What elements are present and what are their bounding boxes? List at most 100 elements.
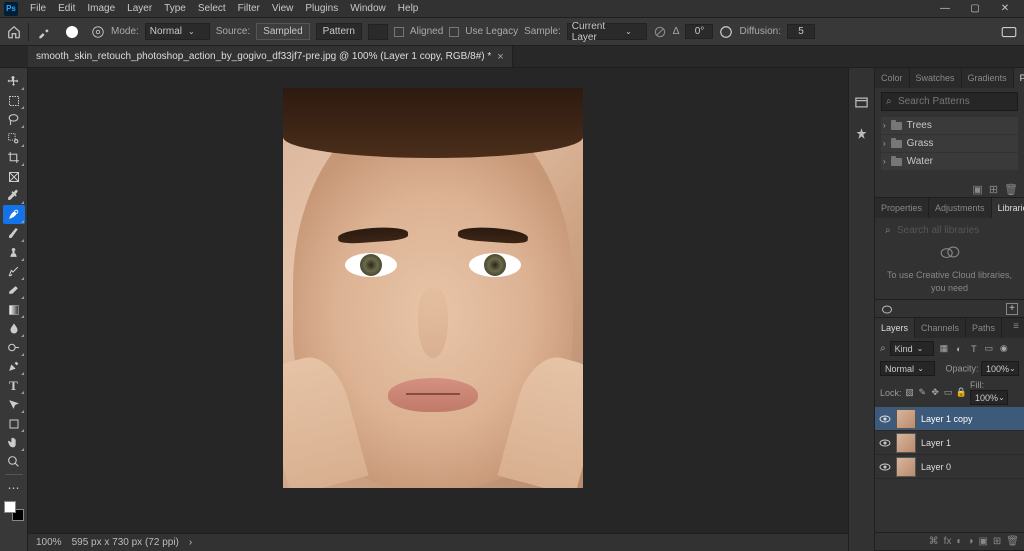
layer-row[interactable]: Layer 0 [875,455,1024,479]
menu-window[interactable]: Window [344,1,392,16]
share-button[interactable] [1000,25,1018,39]
filter-pixel-icon[interactable]: ▦ [938,343,949,354]
home-button[interactable] [6,24,22,40]
document-tab[interactable]: smooth_skin_retouch_photoshop_action_by_… [28,46,513,67]
clone-stamp-tool[interactable] [3,243,25,262]
maximize-button[interactable]: ▢ [960,0,990,18]
pattern-picker[interactable] [368,24,388,40]
menu-filter[interactable]: Filter [232,1,266,16]
eraser-tool[interactable] [3,281,25,300]
lock-all-icon[interactable]: 🔒 [956,387,967,398]
menu-type[interactable]: Type [158,1,192,16]
search-icon[interactable]: ⌕ [880,343,886,354]
filter-select[interactable]: Kind ⌄ [890,341,935,356]
libraries-search[interactable]: ⌕ Search all libraries [881,222,1018,239]
layer-thumbnail[interactable] [896,433,916,453]
tab-paths[interactable]: Paths [966,318,1002,338]
lock-paint-icon[interactable]: ✎ [917,387,927,398]
new-item-icon[interactable]: ⊞ [989,183,998,196]
crop-tool[interactable] [3,148,25,167]
layer-thumbnail[interactable] [896,457,916,477]
menu-file[interactable]: File [24,1,52,16]
blend-mode-select[interactable]: Normal⌄ [880,361,935,376]
hand-tool[interactable] [3,433,25,452]
diffusion-field[interactable]: 5 [787,24,815,39]
history-brush-tool[interactable] [3,262,25,281]
healing-brush-tool[interactable] [3,205,25,224]
lasso-tool[interactable] [3,110,25,129]
selection-tool[interactable] [3,129,25,148]
source-sampled-button[interactable]: Sampled [256,23,309,40]
layer-mask-icon[interactable]: ◐ [956,536,962,547]
legacy-checkbox[interactable] [449,27,459,37]
opacity-field[interactable]: 100%⌄ [981,361,1019,376]
brush-tool[interactable] [3,224,25,243]
layer-name[interactable]: Layer 1 copy [921,414,973,424]
frame-tool[interactable] [3,167,25,186]
layer-style-icon[interactable]: fx [944,536,952,547]
tab-channels[interactable]: Channels [915,318,966,338]
layer-name[interactable]: Layer 1 [921,438,951,448]
close-icon[interactable]: × [497,51,503,63]
layer-row[interactable]: Layer 1 copy [875,407,1024,431]
layer-thumbnail[interactable] [896,409,916,429]
sample-select[interactable]: Current Layer⌄ [567,23,647,40]
tab-properties[interactable]: Properties [875,198,929,218]
lock-position-icon[interactable]: ✥ [930,387,940,398]
edit-toolbar[interactable]: ⋯ [3,478,25,497]
ignore-adj-icon[interactable] [653,25,667,39]
folder-water[interactable]: ›Water [881,153,1018,170]
tab-layers[interactable]: Layers [875,318,915,338]
menu-plugins[interactable]: Plugins [299,1,344,16]
source-pattern-button[interactable]: Pattern [316,23,362,40]
menu-view[interactable]: View [266,1,300,16]
visibility-icon[interactable] [879,461,891,473]
new-group-icon[interactable]: ▣ [972,183,982,196]
panel-menu-icon[interactable]: ≡ [1008,318,1024,338]
add-icon[interactable]: + [1006,303,1018,315]
folder-grass[interactable]: ›Grass [881,135,1018,152]
layer-name[interactable]: Layer 0 [921,462,951,472]
tab-color[interactable]: Color [875,68,910,88]
new-layer-icon[interactable]: ⊞ [993,536,1001,547]
tab-gradients[interactable]: Gradients [962,68,1014,88]
tab-libraries[interactable]: Libraries [992,198,1024,218]
filter-adj-icon[interactable]: ◐ [953,343,964,354]
filter-shape-icon[interactable]: ▭ [983,343,994,354]
menu-help[interactable]: Help [392,1,425,16]
trash-icon[interactable]: 🗑 [1004,183,1018,196]
pen-tool[interactable] [3,357,25,376]
tab-swatches[interactable]: Swatches [910,68,962,88]
filter-smart-icon[interactable]: ◉ [998,343,1009,354]
fill-field[interactable]: 100%⌄ [970,390,1008,405]
path-tool[interactable] [3,395,25,414]
adjustment-layer-icon[interactable]: ◑ [967,536,973,547]
type-tool[interactable]: T [3,376,25,395]
folder-trees[interactable]: ›Trees [881,117,1018,134]
shape-tool[interactable] [3,414,25,433]
blur-tool[interactable] [3,319,25,338]
marquee-tool[interactable] [3,91,25,110]
delete-layer-icon[interactable]: 🗑 [1006,536,1019,547]
tab-adjustments[interactable]: Adjustments [929,198,992,218]
color-swatches[interactable] [4,501,24,521]
mode-select[interactable]: Normal⌄ [145,23,210,40]
minimize-button[interactable]: — [930,0,960,18]
history-panel-icon[interactable] [854,94,870,110]
aligned-checkbox[interactable] [394,27,404,37]
menu-edit[interactable]: Edit [52,1,81,16]
status-chevron-icon[interactable]: › [189,537,192,548]
new-group-icon[interactable]: ▣ [978,536,987,547]
close-button[interactable]: ✕ [990,0,1020,18]
visibility-icon[interactable] [879,437,891,449]
visibility-icon[interactable] [879,413,891,425]
layer-row[interactable]: Layer 1 [875,431,1024,455]
menu-image[interactable]: Image [81,1,121,16]
angle-field[interactable]: 0° [685,24,713,39]
menu-layer[interactable]: Layer [121,1,158,16]
move-tool[interactable] [3,72,25,91]
menu-select[interactable]: Select [192,1,232,16]
document-canvas[interactable] [283,88,583,488]
canvas-area[interactable]: 100% 595 px x 730 px (72 ppi) › [28,68,848,551]
brush-settings-icon[interactable] [91,25,105,39]
